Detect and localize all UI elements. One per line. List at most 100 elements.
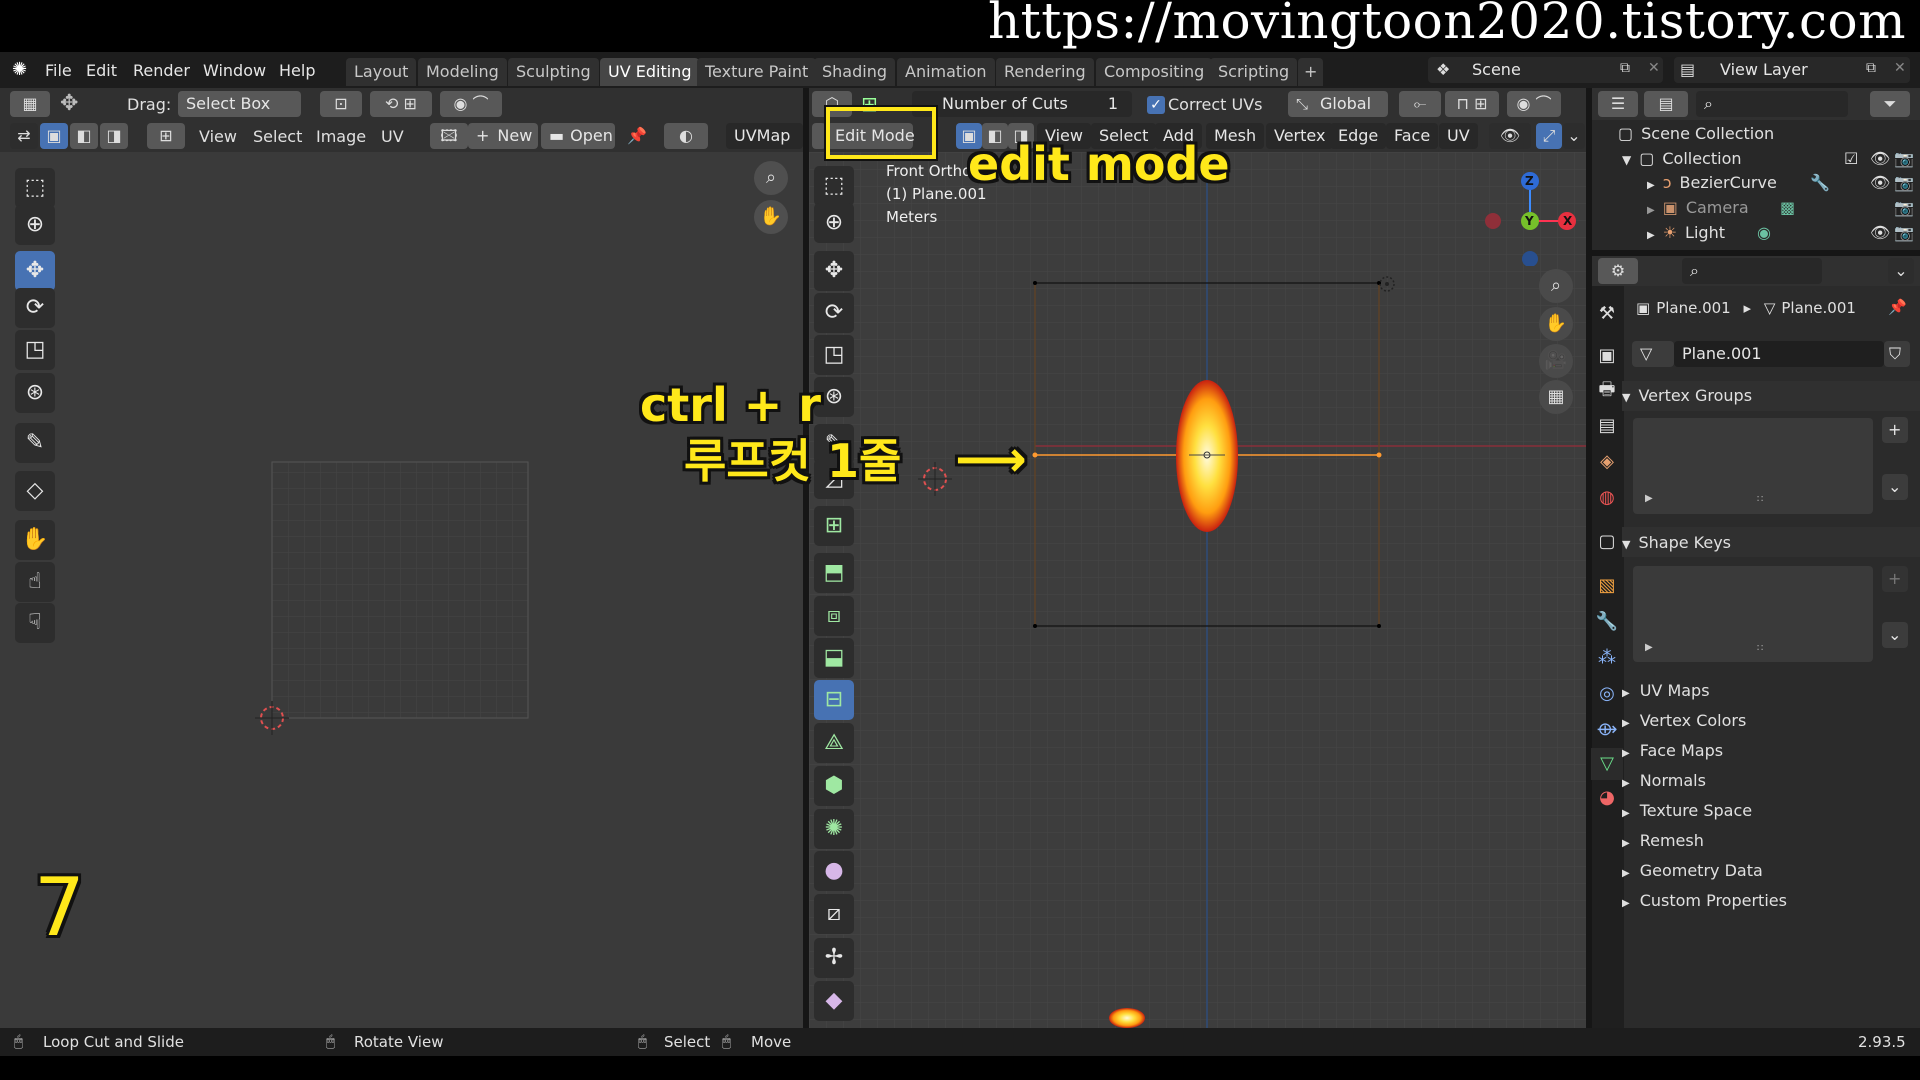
blender-logo-icon[interactable]: ✺ — [12, 60, 34, 80]
edge-slide-tool[interactable]: ⧄ — [814, 894, 854, 934]
tab-scripting[interactable]: Scripting — [1210, 58, 1298, 86]
vertex-groups-title[interactable]: ▼ Vertex Groups — [1622, 386, 1752, 405]
world-tab-icon[interactable]: ◍ — [1591, 482, 1623, 514]
snapping-icon[interactable]: ⊓ ⊞ — [1445, 91, 1499, 117]
new-scene-icon[interactable]: ⧉ — [1620, 60, 1630, 76]
modifier-tab-icon[interactable]: 🔧 — [1591, 606, 1623, 638]
menu-edit[interactable]: Edit — [86, 61, 117, 80]
normals-section[interactable]: ▶ Normals — [1622, 771, 1706, 790]
visibility-icon[interactable]: 👁 — [1489, 123, 1531, 149]
camera-row[interactable]: ▶ ▣ Camera ▩ 📷 — [1592, 195, 1920, 220]
list-resize-handle[interactable]: ∷ — [1757, 494, 1763, 505]
remesh-section[interactable]: ▶ Remesh — [1622, 831, 1704, 850]
expand-icon[interactable]: ▶ — [1647, 205, 1655, 216]
poly-build-tool[interactable]: ⬢ — [814, 766, 854, 806]
geometry-data-section[interactable]: ▶ Geometry Data — [1622, 861, 1763, 880]
camera-view-icon[interactable]: 🎥 — [1539, 344, 1573, 378]
texture-space-section[interactable]: ▶ Texture Space — [1622, 801, 1752, 820]
properties-options-icon[interactable]: ⌄ — [1888, 258, 1914, 284]
collection-tab-icon[interactable]: ▢ — [1591, 526, 1623, 558]
add-vertex-group-button[interactable]: + — [1882, 417, 1908, 443]
vp-scale-tool[interactable]: ◳ — [814, 335, 854, 375]
list-expand-icon[interactable]: ▶ — [1645, 642, 1653, 653]
tool-tab-icon[interactable]: ⚒ — [1591, 298, 1623, 330]
close-view-layer-icon[interactable]: ✕ — [1894, 60, 1906, 76]
expand-icon[interactable]: ▶ — [1647, 180, 1655, 191]
inset-tool[interactable]: ⧈ — [814, 596, 854, 636]
mesh-data-tab-icon[interactable]: ▽ — [1591, 748, 1623, 780]
physics-tab-icon[interactable]: ◎ — [1591, 678, 1623, 710]
vp-menu-edge[interactable]: Edge — [1330, 123, 1387, 149]
list-resize-handle[interactable]: ∷ — [1757, 643, 1763, 654]
vertex-groups-list[interactable] — [1633, 418, 1873, 514]
display-mode-icon[interactable]: ▤ — [1644, 91, 1688, 117]
close-scene-icon[interactable]: ✕ — [1648, 60, 1660, 76]
beziercurve-eye-icon[interactable]: 👁 — [1870, 170, 1890, 195]
ortho-toggle-icon[interactable]: ▦ — [1539, 380, 1573, 414]
uv-maps-section[interactable]: ▶ UV Maps — [1622, 681, 1710, 700]
filter-icon[interactable]: ⏷ — [1870, 91, 1910, 117]
tab-rendering[interactable]: Rendering — [996, 58, 1094, 86]
custom-properties-section[interactable]: ▶ Custom Properties — [1622, 891, 1787, 910]
gizmo-dropdown-icon[interactable]: ⌄ — [1563, 123, 1585, 149]
extrude-tool[interactable]: ⬒ — [814, 553, 854, 593]
properties-search[interactable]: ⌕ — [1682, 258, 1822, 284]
add-shape-key-button[interactable]: + — [1882, 566, 1908, 592]
menu-file[interactable]: File — [45, 61, 72, 80]
uv-grid-canvas[interactable] — [0, 88, 803, 1028]
expand-icon[interactable]: ▶ — [1647, 230, 1655, 241]
pivot-point-icon[interactable]: ⟜ — [1399, 91, 1441, 117]
vp-move-tool[interactable]: ✥ — [814, 251, 854, 291]
face-maps-section[interactable]: ▶ Face Maps — [1622, 741, 1723, 760]
view-layer-tab-icon[interactable]: ▤ — [1591, 410, 1623, 442]
bevel-tool[interactable]: ⬓ — [814, 638, 854, 678]
knife-tool[interactable]: ⟁ — [814, 723, 854, 763]
vp-rotate-tool[interactable]: ⟳ — [814, 293, 854, 333]
vertex-colors-section[interactable]: ▶ Vertex Colors — [1622, 711, 1746, 730]
vp-select-tool[interactable]: ⬚ — [814, 166, 854, 206]
collection-row[interactable]: ▼ ▢ Collection ☑ 👁 📷 — [1592, 146, 1920, 171]
vp-pan-icon[interactable]: ✋ — [1539, 307, 1573, 341]
outliner-search[interactable]: ⌕ — [1696, 91, 1848, 117]
tab-sculpting[interactable]: Sculpting — [508, 58, 599, 86]
render-tab-icon[interactable]: ▣ — [1591, 340, 1623, 372]
scene-tab-icon[interactable]: ◈ — [1591, 446, 1623, 478]
fake-user-icon[interactable]: ⛉ — [1884, 341, 1910, 367]
camera-render-icon[interactable]: 📷 — [1894, 195, 1914, 220]
vp-menu-vertex[interactable]: Vertex — [1266, 123, 1334, 149]
tab-animation[interactable]: Animation — [897, 58, 995, 86]
object-tab-icon[interactable]: ▧ — [1591, 570, 1623, 602]
beziercurve-row[interactable]: ▶ ↄ BezierCurve 🔧 👁 📷 — [1592, 170, 1920, 195]
shear-tool[interactable]: ◆ — [814, 981, 854, 1021]
tab-shading[interactable]: Shading — [814, 58, 895, 86]
collection-checkbox[interactable]: ☑ — [1844, 146, 1858, 171]
viewport-canvas[interactable] — [809, 152, 1586, 1028]
number-of-cuts-field[interactable]: Number of Cuts 1 — [912, 91, 1132, 117]
outliner-type-icon[interactable]: ☰ — [1598, 91, 1638, 117]
tab-uv-editing[interactable]: UV Editing — [600, 58, 700, 86]
tab-layout[interactable]: Layout — [346, 58, 417, 86]
collection-eye-icon[interactable]: 👁 — [1870, 146, 1890, 171]
correct-uvs-checkbox[interactable]: ✓ — [1147, 96, 1165, 114]
pin-properties-icon[interactable]: 📌 — [1888, 298, 1907, 316]
collapse-icon[interactable] — [812, 123, 826, 149]
light-camera-icon[interactable]: 📷 — [1894, 220, 1914, 245]
menu-help[interactable]: Help — [279, 61, 315, 80]
particles-tab-icon[interactable]: ⁂ — [1591, 642, 1623, 674]
shape-key-menu-icon[interactable]: ⌄ — [1882, 622, 1908, 648]
loop-cut-tool[interactable]: ⊟ — [814, 680, 854, 720]
light-eye-icon[interactable]: 👁 — [1870, 220, 1890, 245]
collection-expand-icon[interactable]: ▼ — [1622, 153, 1631, 167]
add-workspace-button[interactable]: + — [1298, 58, 1324, 86]
vp-menu-face[interactable]: Face — [1386, 123, 1439, 149]
light-row[interactable]: ▶ ☀ Light ◉ 👁 📷 — [1592, 220, 1920, 245]
add-cube-tool[interactable]: ⊞ — [814, 506, 854, 546]
spin-tool[interactable]: ✺ — [814, 809, 854, 849]
smooth-tool[interactable]: ● — [814, 851, 854, 891]
shape-keys-list[interactable] — [1633, 566, 1873, 662]
beziercurve-camera-icon[interactable]: 📷 — [1894, 170, 1914, 195]
mesh-name-field[interactable]: Plane.001 — [1674, 341, 1884, 367]
constraints-tab-icon[interactable]: ⟴ — [1591, 714, 1623, 746]
output-tab-icon[interactable]: 🖶 — [1591, 374, 1623, 406]
new-view-layer-icon[interactable]: ⧉ — [1866, 60, 1876, 76]
